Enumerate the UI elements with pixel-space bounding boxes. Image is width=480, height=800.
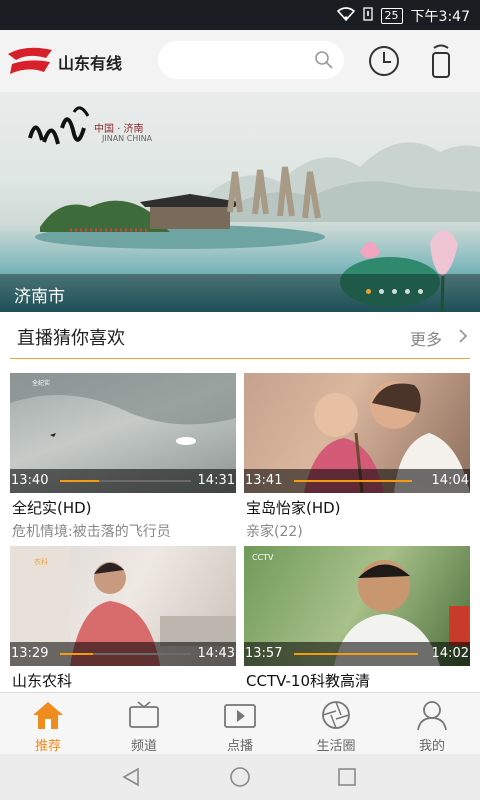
remote-control-icon[interactable]	[426, 44, 456, 78]
history-clock-icon[interactable]	[367, 44, 401, 78]
tab-label: 点播	[226, 739, 253, 754]
banner-carousel[interactable]: 中国 · 济南 JINAN CHINA 济南市	[0, 92, 480, 312]
battery-indicator: 25	[380, 8, 403, 24]
program-title: 危机情境:被击落的飞行员	[12, 524, 171, 540]
channel-title[interactable]: 山东农科	[12, 670, 72, 691]
start-time: 13:57	[245, 646, 283, 661]
section-header: 直播猜你喜欢 更多	[0, 312, 480, 358]
system-nav-bar	[0, 754, 480, 800]
search-icon	[315, 51, 333, 69]
carousel-dot[interactable]	[366, 289, 371, 294]
start-time: 13:41	[245, 473, 283, 488]
carousel-dot[interactable]	[392, 289, 397, 294]
carousel-dot[interactable]	[405, 289, 410, 294]
tv-icon	[129, 701, 159, 728]
play-icon	[224, 704, 256, 728]
progress-bar	[60, 480, 191, 482]
svg-text:CCTV: CCTV	[252, 553, 274, 562]
channel-card[interactable]: 全纪实 13:40 14:31 全纪实(HD) 危机情境:被击落的飞行员	[10, 373, 236, 543]
start-time: 13:29	[11, 646, 49, 661]
user-icon	[417, 701, 447, 731]
end-time: 14:04	[431, 473, 469, 488]
channel-title[interactable]: 全纪实(HD)	[12, 497, 92, 518]
channel-thumbnail[interactable]: 全纪实 13:40 14:31	[10, 373, 236, 493]
channel-title[interactable]: 宝岛怡家(HD)	[246, 497, 341, 518]
aperture-icon	[322, 701, 350, 729]
channel-thumbnail[interactable]: CCTV 13:57 14:02	[244, 546, 470, 666]
banner-subtitle-en: JINAN CHINA	[102, 134, 153, 143]
wifi-icon	[336, 7, 355, 25]
sim-icon	[362, 7, 373, 25]
channel-card[interactable]: 农科 13:29 14:43 山东农科	[10, 546, 236, 692]
end-time: 14:02	[431, 646, 469, 661]
tab-label: 频道	[130, 739, 157, 754]
channel-card[interactable]: 13:41 14:04 宝岛怡家(HD) 亲家(22)	[244, 373, 470, 543]
tab-channels[interactable]: 频道	[96, 693, 192, 755]
home-icon	[33, 702, 63, 729]
tab-life-circle[interactable]: 生活圈	[288, 693, 384, 755]
end-time: 14:43	[197, 646, 235, 661]
section-divider	[10, 358, 470, 359]
tab-label: 生活圈	[316, 739, 356, 754]
carousel-dots	[366, 289, 423, 294]
progress-bar	[294, 653, 425, 655]
status-bar: 25 下午3:47	[0, 0, 480, 30]
channel-title[interactable]: CCTV-10科教高清	[246, 670, 370, 691]
banner-park-image	[35, 166, 325, 249]
home-button-icon[interactable]	[229, 766, 251, 788]
more-link[interactable]: 更多	[410, 326, 442, 350]
tab-label: 推荐	[34, 739, 61, 754]
channel-thumbnail[interactable]: 农科 13:29 14:43	[10, 546, 236, 666]
banner-caption: 济南市	[14, 287, 65, 307]
tab-mine[interactable]: 我的	[384, 693, 480, 755]
back-icon[interactable]	[120, 766, 142, 788]
top-bar: 山东有线	[0, 30, 480, 92]
brand-name: 山东有线	[58, 54, 123, 73]
channel-thumbnail[interactable]: 13:41 14:04	[244, 373, 470, 493]
clock-text: 下午3:47	[410, 9, 470, 25]
banner-subtitle: 中国 · 济南	[94, 124, 144, 135]
recent-apps-icon[interactable]	[336, 766, 358, 788]
tab-label: 我的	[418, 739, 445, 754]
tab-vod[interactable]: 点播	[192, 693, 288, 755]
program-title: 亲家(22)	[246, 524, 303, 540]
end-time: 14:31	[197, 473, 235, 488]
progress-bar	[60, 653, 191, 655]
channel-card[interactable]: CCTV 13:57 14:02 CCTV-10科教高清	[244, 546, 470, 692]
progress-bar	[294, 480, 425, 482]
carousel-dot[interactable]	[418, 289, 423, 294]
svg-text:农科: 农科	[34, 557, 48, 566]
svg-text:全纪实: 全纪实	[32, 379, 50, 387]
search-box[interactable]	[158, 41, 344, 79]
chevron-right-icon[interactable]	[458, 328, 468, 344]
start-time: 13:40	[11, 473, 49, 488]
brand-logo	[8, 47, 52, 74]
bottom-tab-bar: 推荐 频道 点播 生活圈 我的	[0, 692, 480, 755]
section-title: 直播猜你喜欢	[17, 328, 125, 349]
carousel-dot[interactable]	[379, 289, 384, 294]
tab-recommend[interactable]: 推荐	[0, 693, 96, 755]
